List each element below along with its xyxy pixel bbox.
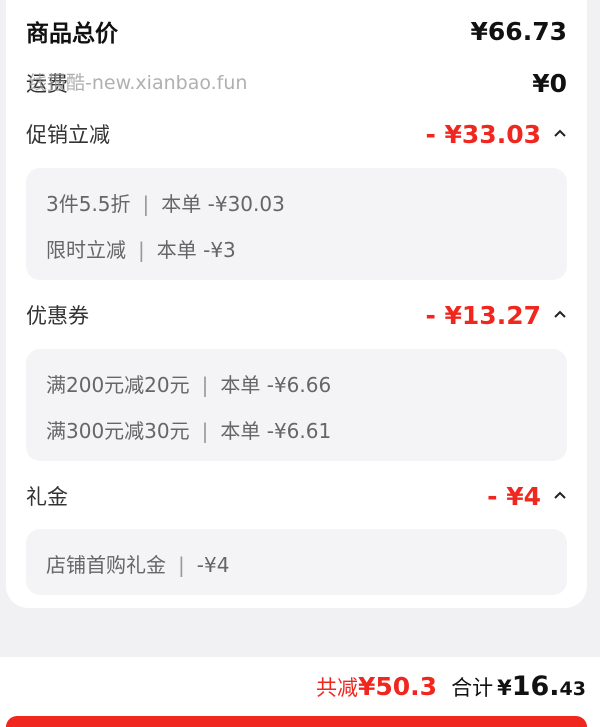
gift-money-value: - ¥4 [487, 481, 541, 511]
total-summary: 共减 ¥50.3 合计 ¥ 16. 43 [316, 671, 586, 702]
promotion-item-name: 3件5.5折 [46, 192, 131, 216]
coupon-value: - ¥13.27 [425, 300, 541, 330]
gift-money-value-group[interactable]: - ¥4 [487, 482, 567, 511]
goods-total-label: 商品总价 [26, 21, 118, 47]
price-detail-card: 商品总价 ¥66.73 运费 ¥0 线报酷-new.xianbao.fun 促销… [6, 0, 587, 608]
divider: | [142, 192, 150, 216]
list-item: 满300元减30元 | 本单 -¥6.61 [46, 415, 331, 444]
chevron-up-icon[interactable] [553, 307, 567, 323]
discount-label: 共减 [316, 676, 358, 700]
coupon-item-name: 满200元减20元 [46, 373, 190, 397]
gift-money-detail-box: 店铺首购礼金 | -¥4 [26, 529, 567, 595]
promotion-item-name: 限时立减 [46, 238, 126, 262]
list-item: 店铺首购礼金 | -¥4 [46, 549, 229, 578]
promotion-row[interactable]: 促销立减 - ¥33.03 [26, 119, 567, 149]
watermark-text: 线报酷-new.xianbao.fun [28, 72, 248, 94]
list-item: 满200元减20元 | 本单 -¥6.66 [46, 369, 331, 398]
promotion-label: 促销立减 [26, 123, 110, 147]
goods-total-row: 商品总价 ¥66.73 [26, 14, 567, 48]
goods-total-value: ¥66.73 [470, 16, 567, 46]
shipping-value: ¥0 [532, 68, 567, 98]
submit-order-button[interactable] [6, 716, 587, 727]
gift-money-label: 礼金 [26, 485, 68, 509]
coupon-row[interactable]: 优惠券 - ¥13.27 [26, 300, 567, 330]
total-currency: ¥ [497, 676, 512, 700]
divider: | [178, 553, 185, 577]
gift-money-item-name: 店铺首购礼金 [46, 553, 166, 577]
promotion-detail-box: 3件5.5折 | 本单 -¥30.03 限时立减 | 本单 -¥3 [26, 168, 567, 280]
coupon-label: 优惠券 [26, 304, 89, 328]
coupon-item-detail: 本单 -¥6.61 [220, 419, 332, 443]
coupon-value-group[interactable]: - ¥13.27 [425, 301, 567, 330]
chevron-up-icon[interactable] [553, 126, 567, 142]
promotion-item-detail: 本单 -¥30.03 [161, 192, 285, 216]
gift-money-item-detail: -¥4 [196, 553, 230, 577]
coupon-item-name: 满300元减30元 [46, 419, 190, 443]
discount-value: ¥50.3 [358, 672, 438, 701]
total-label: 合计 [451, 676, 494, 700]
chevron-up-icon[interactable] [553, 488, 567, 504]
coupon-detail-box: 满200元减20元 | 本单 -¥6.66 满300元减30元 | 本单 -¥6.61 [26, 349, 567, 461]
list-item: 3件5.5折 | 本单 -¥30.03 [46, 188, 285, 217]
total-integer: 16. [511, 671, 560, 702]
gift-money-row[interactable]: 礼金 - ¥4 [26, 481, 567, 511]
total-decimal: 43 [559, 678, 586, 700]
divider: | [201, 373, 209, 397]
coupon-item-detail: 本单 -¥6.66 [220, 373, 332, 397]
promotion-item-detail: 本单 -¥3 [156, 238, 236, 262]
list-item: 限时立减 | 本单 -¥3 [46, 234, 236, 263]
divider: | [138, 238, 145, 262]
promotion-value-group[interactable]: - ¥33.03 [425, 120, 567, 149]
promotion-value: - ¥33.03 [425, 119, 541, 149]
divider: | [201, 419, 209, 443]
